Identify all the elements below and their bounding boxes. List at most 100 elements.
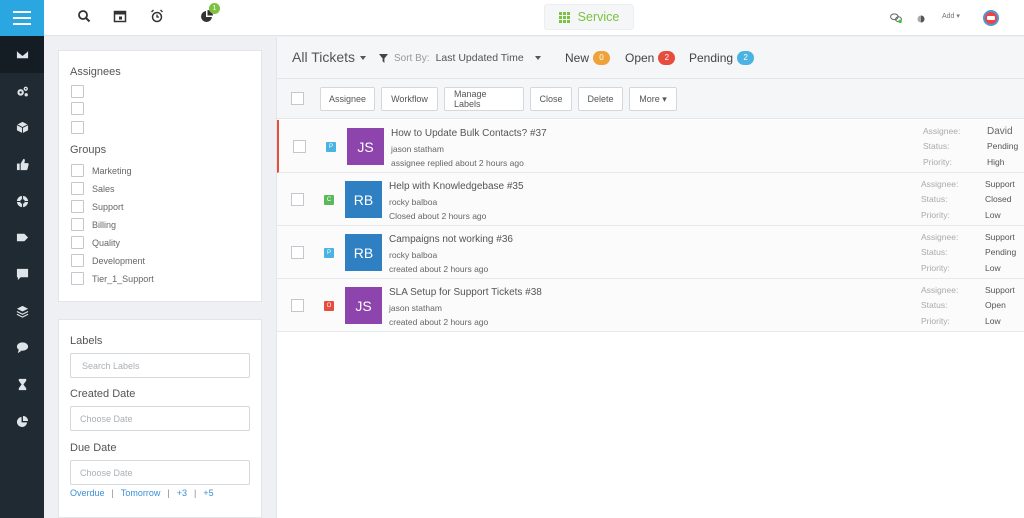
group-checkbox-support[interactable] [71, 200, 84, 213]
status-key: Status: [921, 247, 948, 257]
due-date-picker[interactable]: Choose Date [70, 460, 250, 485]
created-date-picker[interactable]: Choose Date [70, 406, 250, 431]
due-overdue-link[interactable]: Overdue [70, 488, 105, 498]
ticket-list-panel: All Tickets Sort By: Last Updated Time N… [276, 37, 1024, 518]
layers-icon [16, 305, 28, 318]
sidebar-item-products[interactable] [0, 109, 44, 146]
ticket-subject-link[interactable]: SLA Setup for Support Tickets #38 [389, 287, 542, 298]
availability-toggle[interactable] [917, 14, 925, 23]
sort-selector[interactable]: Sort By: Last Updated Time [379, 52, 541, 64]
sidebar-item-support[interactable] [0, 183, 44, 220]
ticket-activity: Closed about 2 hours ago [389, 211, 487, 221]
delete-button[interactable]: Delete [578, 87, 623, 111]
group-checkbox-sales[interactable] [71, 182, 84, 195]
search-labels-input[interactable]: Search Labels [70, 353, 250, 378]
ticket-assignee: David [987, 126, 1013, 137]
user-avatar[interactable] [983, 10, 999, 26]
sidebar-item-reports[interactable] [0, 403, 44, 440]
stat-pending[interactable]: Pending 2 [689, 51, 755, 65]
due-plus-3-link[interactable]: +3 [177, 488, 187, 498]
ticket-row[interactable]: P JS How to Update Bulk Contacts? #37 ja… [277, 120, 1024, 173]
mail-icon [16, 50, 28, 59]
status-key: Status: [921, 194, 948, 204]
service-switcher-button[interactable]: Service [544, 4, 634, 30]
menu-toggle-button[interactable] [0, 0, 44, 36]
created-date-heading: Created Date [70, 388, 136, 400]
manage-labels-button[interactable]: Manage Labels [444, 87, 524, 111]
ticket-subject-link[interactable]: Campaigns not working #36 [389, 234, 513, 245]
group-label: Quality [92, 238, 121, 248]
assignee-checkbox[interactable] [71, 121, 84, 134]
ticket-status: Open [985, 300, 1006, 310]
cube-icon [16, 122, 28, 134]
ticket-checkbox[interactable] [291, 193, 304, 206]
ticket-row[interactable]: C RB Help with Knowledgebase #35 rocky b… [277, 173, 1024, 226]
reports-button[interactable]: 1 [200, 3, 220, 23]
ticket-status: Pending [985, 247, 1017, 257]
due-plus-5-link[interactable]: +5 [203, 488, 213, 498]
sidebar-item-layers[interactable] [0, 293, 44, 330]
ticket-row[interactable]: O JS SLA Setup for Support Tickets #38 j… [277, 279, 1024, 332]
assignee-checkbox[interactable] [71, 85, 84, 98]
close-button[interactable]: Close [530, 87, 572, 111]
workflow-button[interactable]: Workflow [381, 87, 438, 111]
labels-heading: Labels [70, 335, 103, 347]
priority-key: Priority: [921, 316, 950, 326]
search-button[interactable] [77, 9, 91, 23]
due-tomorrow-link[interactable]: Tomorrow [121, 488, 161, 498]
stat-new[interactable]: New 0 [565, 51, 611, 65]
support-icon [16, 195, 28, 207]
assignee-button[interactable]: Assignee [320, 87, 375, 111]
chat-status-button[interactable] [890, 13, 902, 23]
ticket-checkbox[interactable] [291, 299, 304, 312]
group-checkbox-tier-1-support[interactable] [71, 272, 84, 285]
sidebar-item-mail[interactable] [0, 36, 44, 73]
requester-avatar: RB [345, 181, 382, 218]
add-menu-button[interactable]: Add ▾ [942, 12, 960, 20]
search-icon [78, 10, 91, 23]
group-checkbox-billing[interactable] [71, 218, 84, 231]
chat-bubbles-icon [890, 13, 902, 23]
assignee-key: Assignee: [921, 232, 959, 242]
ticket-row[interactable]: P RB Campaigns not working #36 rocky bal… [277, 226, 1024, 279]
more-button[interactable]: More ▾ [629, 87, 677, 111]
caret-down-icon [360, 56, 367, 61]
ticket-list-header: All Tickets Sort By: Last Updated Time N… [277, 37, 1024, 79]
ticket-priority: Low [985, 263, 1001, 273]
group-checkbox-quality[interactable] [71, 236, 84, 249]
calendar-button[interactable] [113, 9, 127, 23]
sidebar-item-feedback[interactable] [0, 146, 44, 183]
assignee-group-filters: Assignees Groups Marketing Sales Support… [58, 50, 262, 302]
ticket-checkbox[interactable] [291, 246, 304, 259]
ticket-priority: Low [985, 316, 1001, 326]
groups-heading: Groups [70, 144, 107, 156]
assignee-checkbox[interactable] [71, 102, 84, 115]
sidebar-item-tags[interactable] [0, 219, 44, 256]
alarm-icon [151, 9, 163, 23]
group-label: Marketing [92, 166, 132, 176]
ticket-subject-link[interactable]: Help with Knowledgebase #35 [389, 181, 524, 192]
group-checkbox-development[interactable] [71, 254, 84, 267]
ticket-activity: created about 2 hours ago [389, 317, 489, 327]
chat-icon [16, 268, 28, 281]
select-all-checkbox[interactable] [291, 92, 304, 105]
comments-icon [16, 342, 28, 354]
sidebar-item-timer[interactable] [0, 366, 44, 403]
ticket-checkbox[interactable] [293, 140, 306, 153]
sidebar-item-settings[interactable] [0, 73, 44, 110]
group-label: Support [92, 202, 124, 212]
reminders-button[interactable] [150, 9, 164, 23]
ticket-requester: rocky balboa [389, 197, 438, 207]
sidebar-item-chat[interactable] [0, 256, 44, 293]
ticket-subject-link[interactable]: How to Update Bulk Contacts? #37 [391, 128, 547, 139]
status-key: Status: [921, 300, 948, 310]
assignee-key: Assignee: [923, 126, 961, 136]
group-checkbox-marketing[interactable] [71, 164, 84, 177]
sidebar-item-comments[interactable] [0, 330, 44, 367]
view-selector[interactable]: All Tickets [292, 49, 367, 65]
ticket-assignee: Support [985, 179, 1015, 189]
due-date-heading: Due Date [70, 442, 117, 454]
hamburger-icon [13, 11, 31, 25]
ticket-requester: jason statham [389, 303, 442, 313]
stat-open[interactable]: Open 2 [625, 51, 676, 65]
